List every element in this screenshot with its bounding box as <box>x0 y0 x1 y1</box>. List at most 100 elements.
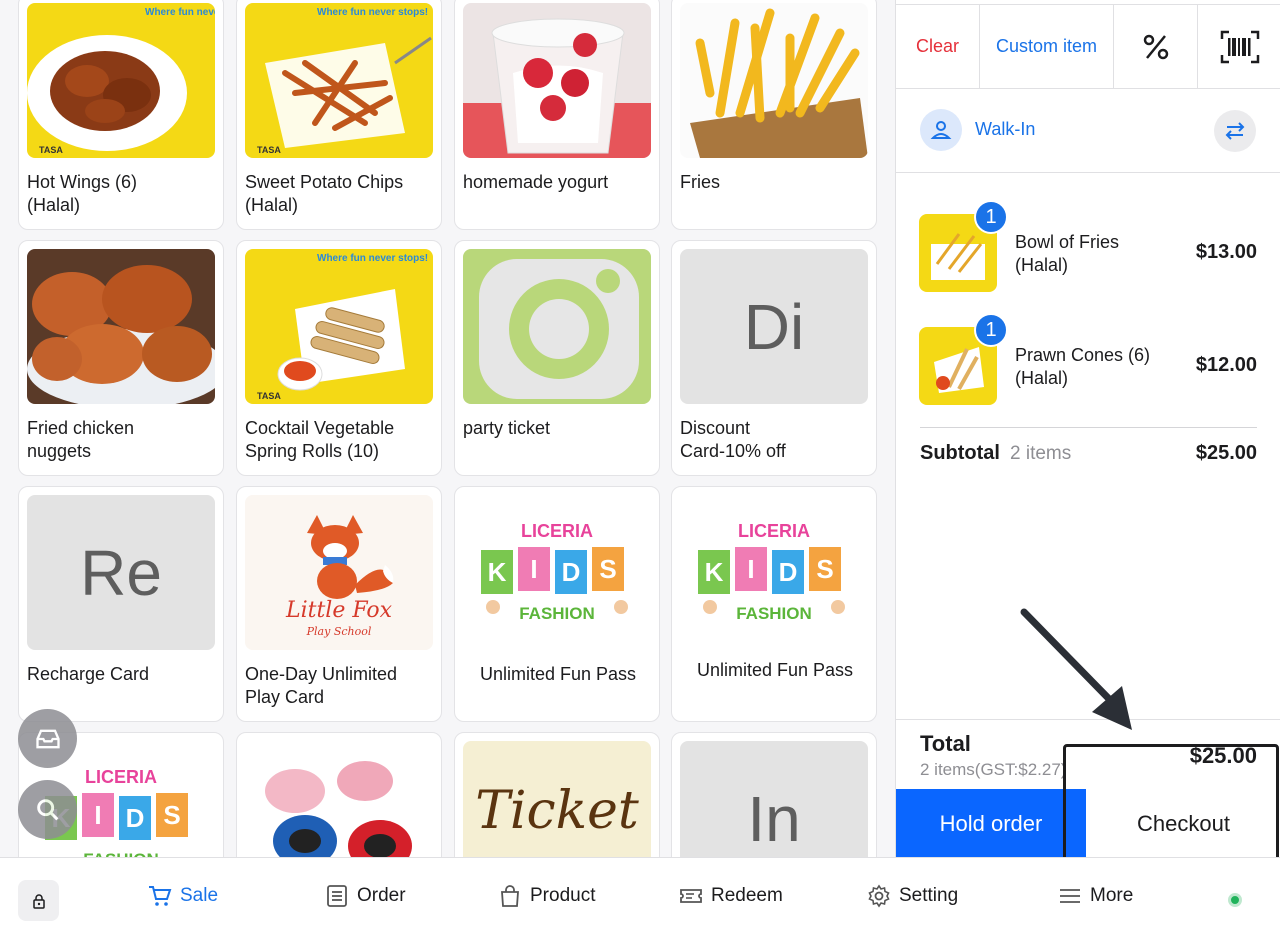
custom-item-button[interactable]: Custom item <box>980 5 1114 88</box>
product-card[interactable]: Re Recharge Card <box>18 486 224 722</box>
product-card[interactable]: LICERIA K I D S FASHION Unlimited Fun Pass <box>454 486 660 722</box>
product-name: Discount Card-10% off <box>680 418 786 461</box>
product-card[interactable]: Where fun never stops! TASA Hot Wings (6)… <box>18 0 224 230</box>
product-name: Recharge Card <box>27 664 150 684</box>
lock-icon <box>32 893 45 909</box>
nav-order-label: Order <box>357 885 406 906</box>
svg-text:I: I <box>747 554 754 584</box>
knee-pads-image <box>245 741 433 857</box>
logo-subtext: Play School <box>306 625 372 638</box>
product-card[interactable] <box>236 732 442 857</box>
product-card[interactable]: Fried chicken nuggets <box>18 240 224 476</box>
product-card[interactable]: LICERIA K I D S FASHION Unlimited Fun Pass <box>671 486 877 722</box>
product-initials: Re <box>27 495 215 650</box>
svg-text:TASA: TASA <box>257 145 281 155</box>
svg-text:Where fun never stops!: Where fun never stops! <box>317 7 428 18</box>
product-card[interactable]: Fries <box>671 0 877 230</box>
tray-button[interactable] <box>18 709 77 768</box>
product-name: Fries <box>680 172 720 192</box>
product-card[interactable]: Little Fox Play School One-Day Unlimited… <box>236 486 442 722</box>
svg-text:I: I <box>94 800 101 830</box>
switch-customer-button[interactable] <box>1214 110 1256 152</box>
checkout-footer: Total 2 items(GST:$2.27) $25.00 Hold ord… <box>896 719 1280 858</box>
customer-row[interactable]: Walk-In <box>896 89 1280 173</box>
product-name: homemade yogurt <box>463 172 609 192</box>
fries-image <box>680 3 868 158</box>
inbox-tray-icon <box>35 729 60 748</box>
svg-text:FASHION: FASHION <box>519 604 595 623</box>
clear-button[interactable]: Clear <box>896 5 980 88</box>
nav-product[interactable]: Product <box>498 884 595 908</box>
nav-setting[interactable]: Setting <box>867 884 958 908</box>
product-card[interactable]: In <box>671 732 877 857</box>
bottom-navigation: Sale Order Product Redeem Setting More <box>0 857 1280 940</box>
yogurt-image <box>463 3 651 158</box>
nav-more[interactable]: More <box>1058 884 1133 908</box>
ticket-script-image: Ticket <box>463 741 651 857</box>
hamburger-menu-icon <box>1060 889 1080 903</box>
svg-text:K: K <box>705 557 724 587</box>
nav-order[interactable]: Order <box>325 884 406 908</box>
spring-rolls-image: Where fun never stops! TASA <box>245 249 433 404</box>
product-card[interactable]: party ticket <box>454 240 660 476</box>
svg-text:K: K <box>488 557 507 587</box>
chicken-nuggets-image <box>27 249 215 404</box>
logo-text: Little Fox <box>285 598 393 623</box>
product-name: Fried chicken nuggets <box>27 418 135 461</box>
product-card[interactable]: homemade yogurt <box>454 0 660 230</box>
subtotal-item-count: 2 items <box>1010 443 1072 464</box>
svg-text:D: D <box>779 557 798 587</box>
ticket-icon <box>680 889 702 903</box>
svg-text:LICERIA: LICERIA <box>85 767 157 787</box>
svg-text:S: S <box>816 554 833 584</box>
cart-item-price: $12.00 <box>1195 354 1257 376</box>
product-card[interactable]: Ticket <box>454 732 660 857</box>
svg-text:D: D <box>126 803 145 833</box>
product-card[interactable]: Where fun never stops! TASA Sweet Potato … <box>236 0 442 230</box>
product-card[interactable]: Where fun never stops! TASA Cocktail Vege… <box>236 240 442 476</box>
discount-button[interactable] <box>1114 5 1198 88</box>
product-name: Hot Wings (6) (Halal) <box>27 172 138 215</box>
nav-redeem-label: Redeem <box>711 885 783 906</box>
nav-redeem[interactable]: Redeem <box>679 884 783 908</box>
nav-sale[interactable]: Sale <box>148 884 218 908</box>
cart-line-item[interactable]: 1 Bowl of Fries (Halal) $13.00 <box>896 200 1280 314</box>
sweet-potato-chips-image: Where fun never stops! TASA <box>245 3 433 158</box>
gear-icon <box>868 884 890 908</box>
total-details: 2 items(GST:$2.27) <box>920 760 1067 779</box>
cart-line-item[interactable]: 1 Prawn Cones (6) (Halal) $12.00 <box>896 313 1280 427</box>
svg-text:TASA: TASA <box>39 145 63 155</box>
cart-item-name: Prawn Cones (6) (Halal) <box>1015 345 1151 388</box>
customer-name[interactable]: Walk-In <box>975 119 1035 140</box>
shopping-cart-icon <box>149 886 172 906</box>
hold-order-button[interactable]: Hold order <box>896 789 1086 858</box>
percent-icon <box>1143 34 1168 59</box>
product-name: Sweet Potato Chips (Halal) <box>245 172 404 215</box>
nav-more-label: More <box>1090 885 1134 906</box>
lock-button[interactable] <box>18 880 59 921</box>
person-icon <box>930 121 952 139</box>
nav-setting-label: Setting <box>899 885 959 906</box>
svg-text:S: S <box>163 800 180 830</box>
quantity-badge: 1 <box>974 200 1008 234</box>
product-initials: In <box>680 741 868 857</box>
cart-panel: Clear Custom item Walk-In 1 Bowl of Frie… <box>895 0 1280 858</box>
cart-item-price: $13.00 <box>1195 241 1257 263</box>
checkout-button[interactable]: Checkout <box>1086 789 1280 858</box>
search-button[interactable] <box>18 780 77 839</box>
svg-text:Where fun never stops!: Where fun never stops! <box>145 7 215 18</box>
online-status-indicator <box>1228 893 1242 907</box>
scan-barcode-button[interactable] <box>1198 5 1280 88</box>
search-icon <box>36 798 58 820</box>
quantity-badge: 1 <box>974 313 1008 347</box>
swap-arrows-icon <box>1225 122 1245 140</box>
subtotal-label: Subtotal <box>920 442 1000 464</box>
ticket-script-text: Ticket <box>475 781 639 841</box>
liceria-kids-logo: LICERIA KIDS FASHION <box>463 495 651 650</box>
liceria-kids-logo: LICERIA KIDS FASHION <box>680 495 868 650</box>
product-card[interactable]: Di Discount Card-10% off <box>671 240 877 476</box>
subtotal-amount: $25.00 <box>1195 442 1257 464</box>
pos-app: Where fun never stops! TASA Hot Wings (6)… <box>0 0 1280 940</box>
product-grid: Where fun never stops! TASA Hot Wings (6)… <box>0 0 895 857</box>
product-initials: Di <box>680 249 868 404</box>
